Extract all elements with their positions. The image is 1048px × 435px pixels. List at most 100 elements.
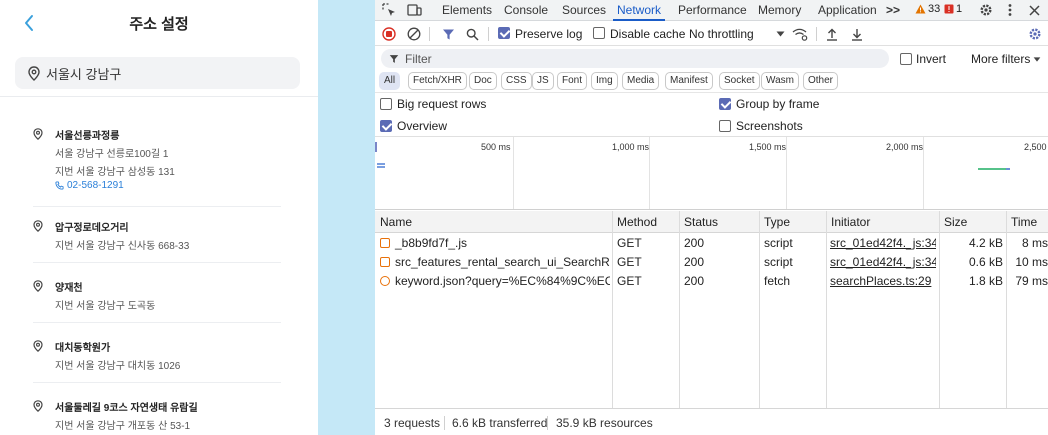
filter-input[interactable]: Filter [381,49,889,68]
clear-icon [407,27,421,41]
location-pin-icon [33,220,43,232]
script-file-icon [380,238,390,248]
type-filter-wasm[interactable]: Wasm [761,72,799,90]
request-initiator-link[interactable]: src_01ed42f4._js:34 [830,253,936,272]
list-separator [33,206,281,207]
type-filter-js[interactable]: JS [532,72,554,90]
warnings-badge[interactable]: 33 [915,3,940,15]
tab-elements[interactable]: Elements [442,0,492,21]
more-tabs-button[interactable]: >> [886,0,900,21]
type-filter-media[interactable]: Media [622,72,660,90]
place-item[interactable]: 서울선릉과정릉 서울 강남구 선릉로100길 1 지번 서울 강남구 삼성동 1… [0,127,318,197]
type-filter-font[interactable]: Font [557,72,588,90]
screenshots-checkbox[interactable] [719,120,731,132]
preserve-log-label: Preserve log [515,27,583,41]
column-header-size[interactable]: Size [939,211,967,233]
inspect-element-button[interactable] [381,2,397,18]
group-by-frame-checkbox[interactable] [719,98,731,110]
tab-application[interactable]: Application [818,0,877,21]
place-item[interactable]: 양재천 지번 서울 강남구 도곡동 [0,279,318,313]
warnings-count: 33 [928,3,941,15]
upload-icon [827,28,837,41]
place-item[interactable]: 서울둘레길 9코스 자연생태 유람길 지번 서울 강남구 개포동 산 53-1 [0,399,318,433]
warning-icon [915,4,926,14]
type-filter-all[interactable]: All [379,72,401,90]
tab-network[interactable]: Network [613,0,666,21]
settings-button[interactable] [978,2,994,18]
search-button[interactable] [464,26,480,42]
column-header-time[interactable]: Time [1006,211,1037,233]
table-row[interactable]: keyword.json?query=%EC%84%9C%EC%9... GET… [375,272,1048,291]
device-toolbar-button[interactable] [406,2,422,18]
overview-checkbox[interactable] [380,120,392,132]
options-row: Big request rows Group by frame [375,93,1048,115]
customize-menu-button[interactable] [1002,2,1018,18]
address-search-input[interactable]: 서울시 강남구 [15,57,300,89]
search-value: 서울시 강남구 [46,66,122,82]
page-title: 주소 설정 [129,16,189,33]
import-har-button[interactable] [824,26,840,42]
type-filter-manifest[interactable]: Manifest [665,72,713,90]
column-header-name[interactable]: Name [375,211,412,233]
tab-console[interactable]: Console [504,0,548,21]
preserve-log-checkbox[interactable] [498,27,510,39]
record-button[interactable] [381,26,397,42]
place-name: 양재천 [55,283,83,294]
timeline-gridline [649,137,650,209]
column-header-method[interactable]: Method [612,211,657,233]
type-filter-fetch-xhr[interactable]: Fetch/XHR [408,72,467,90]
request-name: src_features_rental_search_ui_SearchResu… [395,255,610,269]
invert-checkbox[interactable] [900,53,912,65]
throttling-dropdown-button[interactable] [772,26,788,42]
request-method: GET [617,236,642,250]
big-request-rows-checkbox[interactable] [380,98,392,110]
type-filter-css[interactable]: CSS [501,72,532,90]
tab-sources[interactable]: Sources [562,0,606,21]
network-settings-button[interactable] [1027,26,1043,42]
request-type: script [764,255,793,269]
place-item[interactable]: 압구정로데오거리 지번 서울 강남구 신사동 668-33 [0,219,318,253]
request-initiator-link[interactable]: src_01ed42f4._js:34 [830,234,936,253]
type-filter-doc[interactable]: Doc [469,72,497,90]
status-separator [444,416,445,430]
tab-performance[interactable]: Performance [678,0,747,21]
request-status: 200 [684,274,705,288]
toolbar-separator [488,27,489,41]
inspect-cursor-icon [382,3,395,16]
network-conditions-button[interactable] [792,26,808,42]
gear-icon [1029,28,1041,40]
errors-count: 1 [956,3,963,15]
device-icon [406,4,422,16]
type-filter-socket[interactable]: Socket [719,72,760,90]
errors-badge[interactable]: 1 [944,3,962,15]
clear-button[interactable] [406,26,422,42]
place-name: 대치동학원가 [55,343,111,354]
throttling-select[interactable]: No throttling [689,27,754,41]
viewport-gutter [318,0,375,435]
disable-cache-checkbox[interactable] [593,27,605,39]
more-filters-button[interactable]: More filters [971,52,1030,66]
request-type: script [764,236,793,250]
type-filter-other[interactable]: Other [803,72,839,90]
column-header-initiator[interactable]: Initiator [826,211,870,233]
place-phone-link[interactable]: 02-568-1291 [55,180,124,191]
type-filter-img[interactable]: Img [591,72,618,90]
download-icon [852,28,862,41]
table-row[interactable]: _b8b9fd7f_.js GET 200 script src_01ed42f… [375,234,1048,253]
close-icon [1028,4,1040,16]
column-header-status[interactable]: Status [679,211,718,233]
filter-toggle-button[interactable] [440,26,456,42]
timeline-request-bar [1006,168,1010,170]
address-settings-app: 주소 설정 서울시 강남구 서울선릉과정릉 서울 강남구 선릉로100길 1 지… [0,0,318,435]
request-initiator-link[interactable]: searchPlaces.ts:29 [830,272,936,291]
table-row[interactable]: src_features_rental_search_ui_SearchResu… [375,253,1048,272]
request-size: 4.2 kB [968,236,1003,250]
list-separator [33,262,281,263]
tab-memory[interactable]: Memory [758,0,801,21]
close-devtools-button[interactable] [1026,2,1042,18]
column-header-type[interactable]: Type [759,211,790,233]
export-har-button[interactable] [849,26,865,42]
place-item[interactable]: 대치동학원가 지번 서울 강남구 대치동 1026 [0,339,318,373]
status-separator [547,416,548,430]
network-overview-timeline[interactable]: 500 ms 1,000 ms 1,500 ms 2,000 ms 2,500 [375,136,1048,210]
